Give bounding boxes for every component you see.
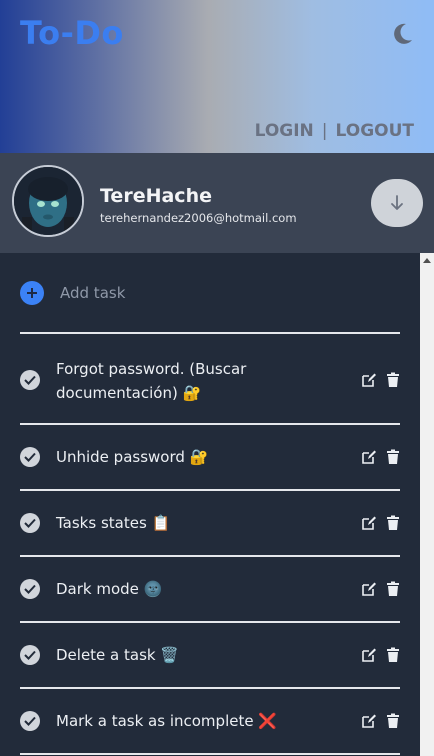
- avatar: [12, 165, 84, 237]
- auth-links: LOGIN | LOGOUT: [255, 121, 414, 141]
- plus-icon: [20, 281, 44, 305]
- trash-icon[interactable]: [385, 372, 401, 388]
- task-item: Delete a task 🗑️: [20, 641, 400, 669]
- task-item: Unhide password 🔐: [20, 443, 400, 471]
- auth-separator: |: [321, 121, 328, 141]
- task-actions: [361, 647, 401, 663]
- task-actions: [361, 581, 401, 597]
- task-actions: [361, 449, 401, 465]
- login-link[interactable]: LOGIN: [255, 121, 314, 141]
- moon-icon[interactable]: [389, 21, 415, 47]
- task-text: Unhide password 🔐: [56, 448, 209, 466]
- divider: [20, 423, 400, 425]
- edit-icon[interactable]: [361, 713, 377, 729]
- check-icon[interactable]: [20, 645, 40, 665]
- trash-icon[interactable]: [385, 449, 401, 465]
- check-icon[interactable]: [20, 513, 40, 533]
- divider: [20, 332, 400, 334]
- user-email: terehernandez2006@hotmail.com: [100, 211, 297, 225]
- edit-icon[interactable]: [361, 515, 377, 531]
- scroll-up-arrow-icon[interactable]: [420, 253, 434, 267]
- task-item: Dark mode 🌚: [20, 575, 400, 603]
- edit-icon[interactable]: [361, 449, 377, 465]
- task-item: Forgot password. (Buscar documentación) …: [20, 355, 400, 407]
- task-actions: [361, 515, 401, 531]
- task-item: Tasks states 📋: [20, 509, 400, 537]
- add-task-button[interactable]: Add task: [20, 281, 125, 305]
- task-text: Delete a task 🗑️: [56, 646, 180, 664]
- divider: [20, 621, 400, 623]
- task-actions: [361, 372, 401, 388]
- add-task-label: Add task: [60, 284, 126, 302]
- check-icon[interactable]: [20, 370, 40, 390]
- arrow-down-icon: [391, 195, 403, 210]
- divider: [20, 753, 400, 755]
- task-text: Dark mode 🌚: [56, 580, 163, 598]
- task-item: Mark a task as incomplete ❌: [20, 707, 400, 735]
- trash-icon[interactable]: [385, 713, 401, 729]
- app-header: To-Do LOGIN | LOGOUT: [0, 0, 434, 153]
- edit-icon[interactable]: [361, 647, 377, 663]
- scrollbar[interactable]: [420, 253, 434, 756]
- task-text: Forgot password. (Buscar documentación) …: [56, 360, 247, 402]
- task-list: Add task Forgot password. (Buscar docume…: [0, 253, 420, 756]
- username: TereHache: [100, 185, 212, 207]
- check-icon[interactable]: [20, 579, 40, 599]
- divider: [20, 555, 400, 557]
- edit-icon[interactable]: [361, 581, 377, 597]
- task-actions: [361, 713, 401, 729]
- divider: [20, 687, 400, 689]
- task-text: Mark a task as incomplete ❌: [56, 712, 278, 730]
- app-title: To-Do: [20, 14, 124, 52]
- trash-icon[interactable]: [385, 515, 401, 531]
- expand-profile-button[interactable]: [371, 179, 423, 227]
- logout-link[interactable]: LOGOUT: [336, 121, 414, 141]
- task-text: Tasks states 📋: [56, 514, 171, 532]
- check-icon[interactable]: [20, 711, 40, 731]
- trash-icon[interactable]: [385, 647, 401, 663]
- trash-icon[interactable]: [385, 581, 401, 597]
- divider: [20, 489, 400, 491]
- user-profile: TereHache terehernandez2006@hotmail.com: [0, 153, 434, 253]
- avatar-image: [14, 167, 82, 235]
- edit-icon[interactable]: [361, 372, 377, 388]
- check-icon[interactable]: [20, 447, 40, 467]
